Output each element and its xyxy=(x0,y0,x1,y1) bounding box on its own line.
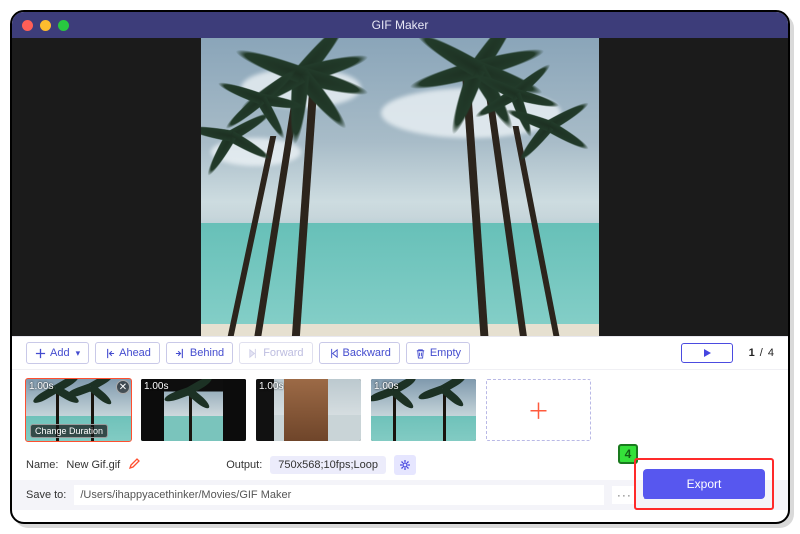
close-window-button[interactable] xyxy=(22,20,33,31)
add-button[interactable]: Add ▾ xyxy=(26,342,89,364)
duration-label: 1.00s xyxy=(144,381,168,392)
backward-icon xyxy=(328,348,339,359)
forward-button[interactable]: Forward xyxy=(239,342,312,364)
ahead-label: Ahead xyxy=(119,347,151,359)
step-number: 4 xyxy=(625,447,632,461)
save-label: Save to: xyxy=(26,489,66,501)
output-settings-button[interactable] xyxy=(394,455,416,475)
add-label: Add xyxy=(50,347,70,359)
window-controls xyxy=(22,20,69,31)
plus-icon: ＋ xyxy=(527,394,549,426)
pencil-icon xyxy=(128,458,140,470)
duration-label: 1.00s xyxy=(374,381,398,392)
caret-down-icon: ▾ xyxy=(76,348,81,359)
export-button[interactable]: Export xyxy=(643,469,765,499)
export-label: Export xyxy=(687,477,722,491)
forward-icon xyxy=(248,348,259,359)
preview-area xyxy=(12,38,788,336)
frame-thumbnail[interactable]: 1.00s xyxy=(256,379,361,441)
current-frame: 1 xyxy=(749,347,755,359)
thumbnail-strip: 1.00s ✕ Change Duration 1.00s 1.00s xyxy=(12,370,788,450)
name-value: New Gif.gif xyxy=(66,459,120,471)
preview-canvas xyxy=(201,38,599,336)
edit-name-button[interactable] xyxy=(128,458,140,473)
maximize-window-button[interactable] xyxy=(58,20,69,31)
save-path-value: /Users/ihappyacethinker/Movies/GIF Maker xyxy=(80,489,291,501)
frame-thumbnail[interactable]: 1.00s xyxy=(371,379,476,441)
insert-behind-icon xyxy=(175,348,186,359)
app-window: GIF Maker xyxy=(10,10,790,524)
gear-icon xyxy=(399,459,411,471)
remove-frame-button[interactable]: ✕ xyxy=(116,380,130,394)
output-label: Output: xyxy=(226,459,262,471)
frame-thumbnail[interactable]: 1.00s xyxy=(141,379,246,441)
titlebar: GIF Maker xyxy=(12,12,788,38)
frame-counter: 1 / 4 xyxy=(749,347,774,359)
ahead-button[interactable]: Ahead xyxy=(95,342,160,364)
name-label: Name: xyxy=(26,459,58,471)
backward-button[interactable]: Backward xyxy=(319,342,400,364)
output-value: 750x568;10fps;Loop xyxy=(270,456,386,474)
add-frame-slot[interactable]: ＋ xyxy=(486,379,591,441)
trash-icon xyxy=(415,348,426,359)
behind-label: Behind xyxy=(190,347,224,359)
total-frames: 4 xyxy=(768,347,774,359)
browse-path-button[interactable]: ··· xyxy=(612,486,636,504)
duration-label: 1.00s xyxy=(259,381,283,392)
plus-icon xyxy=(35,348,46,359)
insert-ahead-icon xyxy=(104,348,115,359)
play-icon xyxy=(702,348,712,358)
minimize-window-button[interactable] xyxy=(40,20,51,31)
change-duration-button[interactable]: Change Duration xyxy=(30,424,108,438)
empty-button[interactable]: Empty xyxy=(406,342,470,364)
export-highlight: Export xyxy=(634,458,774,510)
empty-label: Empty xyxy=(430,347,461,359)
play-button[interactable] xyxy=(681,343,733,363)
forward-label: Forward xyxy=(263,347,303,359)
save-path-field[interactable]: /Users/ihappyacethinker/Movies/GIF Maker xyxy=(74,485,604,505)
frame-toolbar: Add ▾ Ahead Behind Forward Backward Empt… xyxy=(12,336,788,370)
window-title: GIF Maker xyxy=(12,18,788,32)
behind-button[interactable]: Behind xyxy=(166,342,233,364)
duration-label: 1.00s xyxy=(29,381,53,392)
backward-label: Backward xyxy=(343,347,391,359)
frame-thumbnail[interactable]: 1.00s ✕ Change Duration xyxy=(26,379,131,441)
